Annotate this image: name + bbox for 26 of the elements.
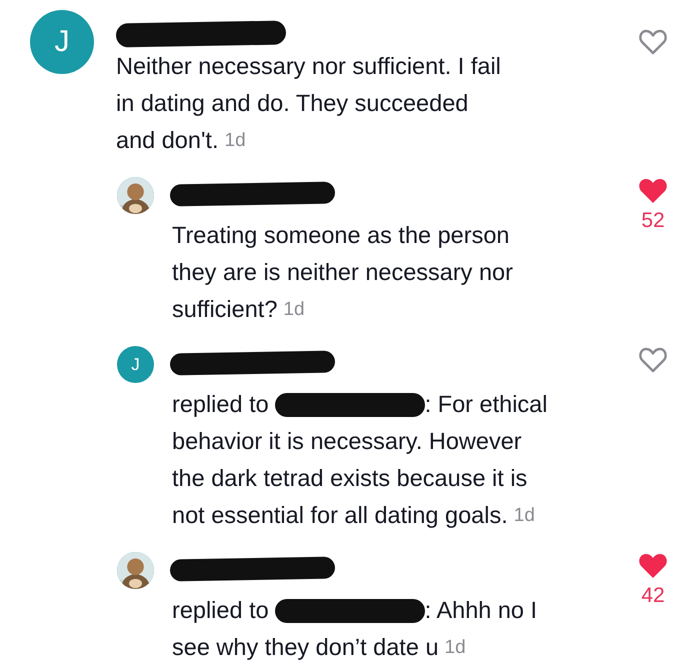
comment-time: 1d — [224, 129, 246, 153]
avatar-letter[interactable]: J — [117, 346, 154, 383]
comment-text: see why they don’t date u — [172, 633, 439, 662]
comment-text: sufficient? — [172, 295, 278, 324]
comment-text: in dating and do. They succeeded — [116, 89, 468, 118]
comment-text: Neither necessary nor sufficient. I fail — [116, 52, 501, 81]
like-count: 42 — [641, 584, 665, 608]
comment-text: Treating someone as the person — [172, 221, 510, 250]
comment-time: 1d — [514, 504, 535, 528]
comment-time: 1d — [444, 636, 466, 660]
comment-text: the dark tetrad exists because it is — [172, 464, 528, 493]
comment-time: 1d — [283, 298, 305, 322]
heart-icon[interactable] — [638, 177, 668, 205]
reply-prefix: replied to — [172, 390, 269, 419]
comment-text: : For ethical — [424, 390, 548, 419]
comment-text: behavior it is necessary. However — [172, 427, 522, 456]
reply-prefix: replied to — [172, 596, 269, 625]
comment-text: not essential for all dating goals. — [172, 501, 508, 530]
comment-text: : Ahhh no I — [424, 596, 538, 625]
heart-icon[interactable] — [638, 552, 668, 580]
like-count: 52 — [641, 209, 665, 233]
heart-icon[interactable] — [638, 346, 668, 374]
comment-text: and don't. — [116, 126, 218, 155]
heart-icon[interactable] — [638, 28, 668, 56]
avatar-letter[interactable]: J — [30, 10, 94, 74]
comment-text: they are is neither necessary nor — [172, 258, 513, 287]
